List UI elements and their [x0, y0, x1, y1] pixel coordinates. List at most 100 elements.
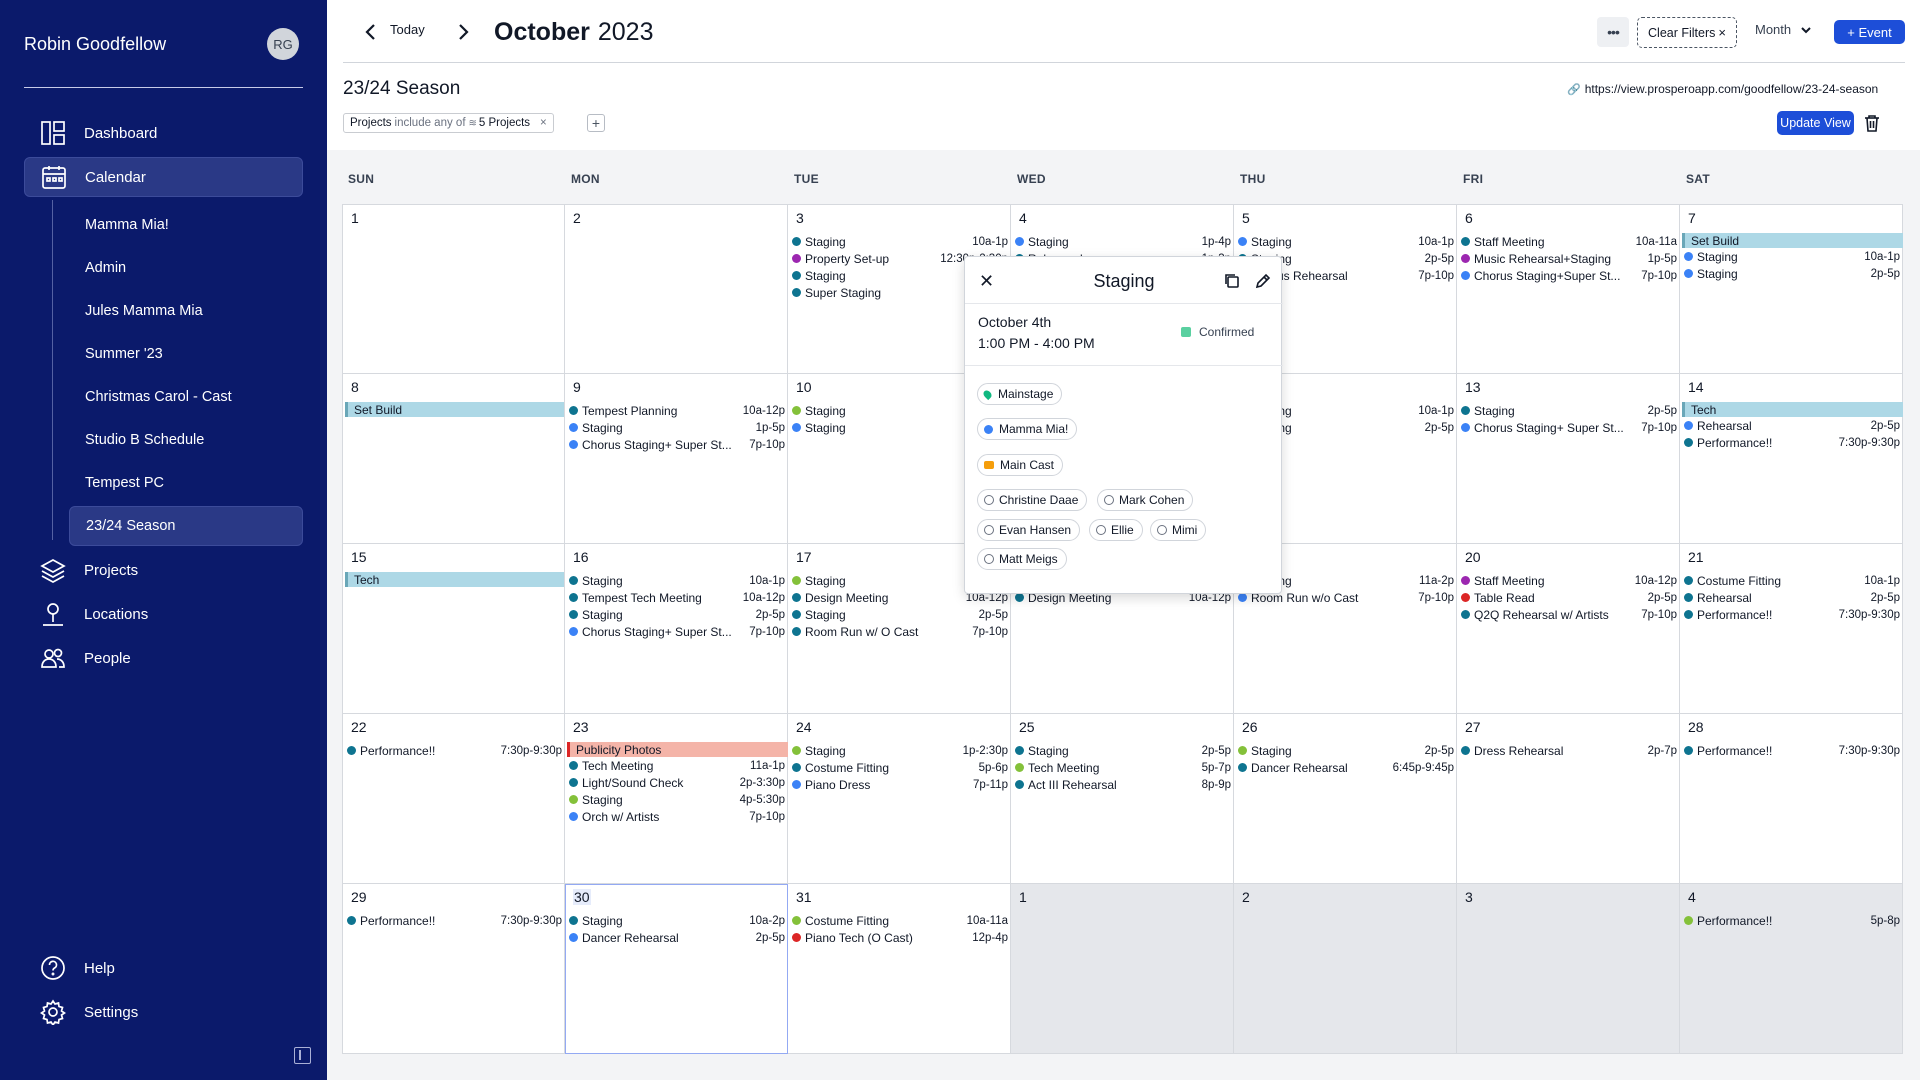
calendar-event[interactable]: Performance!! 7:30p-9:30p: [347, 742, 562, 759]
calendar-event[interactable]: Staging 2p-5p: [569, 606, 785, 623]
calendar-event[interactable]: Act III Rehearsal 8p-9p: [1015, 776, 1231, 793]
calendar-event[interactable]: Chorus Staging+ Super St... 7p-10p: [1461, 419, 1677, 436]
calendar-event[interactable]: Performance!! 7:30p-9:30p: [1684, 742, 1900, 759]
day-cell[interactable]: 3: [1457, 884, 1680, 1054]
day-cell[interactable]: 29 Performance!! 7:30p-9:30p: [342, 884, 565, 1054]
nav-projects[interactable]: Projects: [24, 550, 303, 590]
calendar-event[interactable]: Staff Meeting 10a-11a: [1461, 233, 1677, 250]
calendar-event[interactable]: Tempest Tech Meeting 10a-12p: [569, 589, 785, 606]
calendar-event[interactable]: Dress Rehearsal 2p-7p: [1461, 742, 1677, 759]
nav-calendar[interactable]: Calendar: [24, 157, 303, 197]
day-cell[interactable]: 25 Staging 2p-5p Tech Meeting 5p-7p Act III R…: [1011, 714, 1234, 884]
day-cell[interactable]: 2: [1234, 884, 1457, 1054]
next-month-icon[interactable]: [451, 20, 475, 44]
calendar-event[interactable]: Staging 10a-1p: [792, 233, 1008, 250]
edit-icon[interactable]: [1255, 273, 1271, 289]
day-cell[interactable]: 23 Publicity Photos Tech Meeting 11a-1p Ligh…: [565, 714, 1011, 884]
calendar-event[interactable]: Performance!! 7:30p-9:30p: [1684, 434, 1900, 451]
clear-filters-button[interactable]: Clear Filters ×: [1637, 17, 1737, 48]
calendar-event[interactable]: Rehearsal 2p-5p: [1684, 417, 1900, 434]
nav-dashboard[interactable]: Dashboard: [24, 113, 303, 153]
calendar-event[interactable]: Music Rehearsal+Staging 1p-5p: [1461, 250, 1677, 267]
calendar-event[interactable]: Performance!! 7:30p-9:30p: [1684, 606, 1900, 623]
calendar-event[interactable]: Light/Sound Check 2p-3:30p: [569, 774, 785, 791]
calendar-event[interactable]: Staff Meeting 10a-12p: [1461, 572, 1677, 589]
view-mode-select[interactable]: Month: [1755, 22, 1812, 37]
user-profile[interactable]: Robin Goodfellow RG: [24, 26, 299, 62]
nav-people[interactable]: People: [24, 638, 303, 678]
day-cell[interactable]: 15 Tech: [342, 544, 565, 714]
calendar-event[interactable]: Staging 1p-4p: [1015, 233, 1231, 250]
calendar-event[interactable]: Staging 1p-2:30p: [792, 742, 1008, 759]
multi-day-event-bar[interactable]: Set Build: [345, 402, 564, 417]
calendar-event[interactable]: Room Run w/ O Cast 7p-10p: [792, 623, 1008, 640]
calendar-event[interactable]: Staging 2p-5p: [792, 606, 1008, 623]
prev-month-icon[interactable]: [359, 20, 383, 44]
day-cell[interactable]: 1: [1011, 884, 1234, 1054]
calendar-event[interactable]: Staging 10a-1p: [1684, 248, 1900, 265]
person-tag[interactable]: Matt Meigs: [977, 548, 1067, 570]
calendar-item[interactable]: Tempest PC: [69, 463, 303, 503]
calendar-event[interactable]: Costume Fitting 10a-11a: [792, 912, 1008, 929]
day-cell[interactable]: 4 Performance!! 5p-8p: [1680, 884, 1903, 1054]
update-view-button[interactable]: Update View: [1777, 111, 1854, 135]
day-cell[interactable]: 6 Staff Meeting 10a-11a Music Rehearsal+Sta…: [1457, 204, 1680, 374]
calendar-item[interactable]: Christmas Carol - Cast: [69, 377, 303, 417]
day-cell[interactable]: 16 Staging 10a-1p Tempest Tech Meeting 10a-1…: [565, 544, 788, 714]
person-tag[interactable]: Mark Cohen: [1097, 489, 1194, 511]
avatar[interactable]: RG: [267, 28, 299, 60]
calendar-event[interactable]: Chorus Staging+ Super St... 7p-10p: [569, 436, 785, 453]
day-cell[interactable]: 26 Staging 2p-5p Dancer Rehearsal 6:45p-9:45…: [1234, 714, 1457, 884]
location-tag[interactable]: Mainstage: [977, 383, 1063, 405]
calendar-event[interactable]: Tech Meeting 11a-1p: [569, 757, 785, 774]
nav-settings[interactable]: Settings: [24, 992, 303, 1032]
calendar-item[interactable]: Studio B Schedule: [69, 420, 303, 460]
day-cell[interactable]: 9 Tempest Planning 10a-12p Staging 1p-5p Chor…: [565, 374, 788, 544]
trash-icon[interactable]: [1864, 114, 1880, 132]
multi-day-event-bar[interactable]: Tech: [345, 572, 564, 587]
add-filter-button[interactable]: +: [587, 114, 605, 132]
multi-day-event-bar[interactable]: Set Build: [1682, 233, 1903, 248]
person-tag[interactable]: Evan Hansen: [977, 519, 1081, 541]
calendar-event[interactable]: Chorus Staging+Super St... 7p-10p: [1461, 267, 1677, 284]
multi-day-event-bar[interactable]: Tech: [1682, 402, 1903, 417]
person-tag[interactable]: Ellie: [1089, 519, 1143, 541]
calendar-event[interactable]: Staging 1p-5p: [569, 419, 785, 436]
add-event-button[interactable]: + Event: [1834, 20, 1905, 44]
calendar-event[interactable]: Staging 2p-5p: [1684, 265, 1900, 282]
nav-help[interactable]: Help: [24, 948, 303, 988]
calendar-event[interactable]: Tech Meeting 5p-7p: [1015, 759, 1231, 776]
calendar-event[interactable]: Piano Tech (O Cast) 12p-4p: [792, 929, 1008, 946]
calendar-event[interactable]: Staging 10a-1p: [569, 572, 785, 589]
remove-filter-icon[interactable]: ×: [540, 117, 547, 129]
calendar-event[interactable]: Table Read 2p-5p: [1461, 589, 1677, 606]
day-cell[interactable]: 28 Performance!! 7:30p-9:30p: [1680, 714, 1903, 884]
more-options-button[interactable]: •••: [1597, 17, 1629, 47]
day-cell[interactable]: 8 Set Build: [342, 374, 565, 544]
day-cell[interactable]: 21 Costume Fitting 10a-1p Rehearsal 2p-5p Per…: [1680, 544, 1903, 714]
day-cell[interactable]: 22 Performance!! 7:30p-9:30p: [342, 714, 565, 884]
person-tag[interactable]: Mimi: [1150, 519, 1207, 541]
calendar-event[interactable]: Performance!! 7:30p-9:30p: [347, 912, 562, 929]
share-link[interactable]: 🔗 https://view.prosperoapp.com/goodfello…: [1567, 82, 1878, 96]
day-cell[interactable]: 7 Set Build Staging 10a-1p Staging 2p-5p: [1680, 204, 1903, 374]
day-cell[interactable]: 30 Staging 10a-2p Dancer Rehearsal 2p-5p: [565, 884, 788, 1054]
calendar-item[interactable]: Summer '23: [69, 334, 303, 374]
calendar-event[interactable]: Staging 2p-5p: [1238, 742, 1454, 759]
calendar-event[interactable]: Costume Fitting 5p-6p: [792, 759, 1008, 776]
day-cell[interactable]: 24 Staging 1p-2:30p Costume Fitting 5p-6p Pia…: [788, 714, 1011, 884]
day-cell[interactable]: 1: [342, 204, 565, 374]
today-button[interactable]: Today: [390, 22, 425, 37]
calendar-item[interactable]: Admin: [69, 248, 303, 288]
calendar-item[interactable]: Jules Mamma Mia: [69, 291, 303, 331]
calendar-event[interactable]: Staging 4p-5:30p: [569, 791, 785, 808]
calendar-event[interactable]: Costume Fitting 10a-1p: [1684, 572, 1900, 589]
day-cell[interactable]: 31 Costume Fitting 10a-11a Piano Tech (O Ca…: [788, 884, 1011, 1054]
calendar-event[interactable]: Dancer Rehearsal 2p-5p: [569, 929, 785, 946]
calendar-event[interactable]: Staging 2p-5p: [1461, 402, 1677, 419]
collapse-sidebar-icon[interactable]: [294, 1047, 311, 1064]
calendar-event[interactable]: Staging 10a-2p: [569, 912, 785, 929]
calendar-event[interactable]: Q2Q Rehearsal w/ Artists 7p-10p: [1461, 606, 1677, 623]
day-cell[interactable]: 14 Tech Rehearsal 2p-5p Performance!! 7:30p-9…: [1680, 374, 1903, 544]
group-tag[interactable]: Main Cast: [977, 454, 1064, 476]
